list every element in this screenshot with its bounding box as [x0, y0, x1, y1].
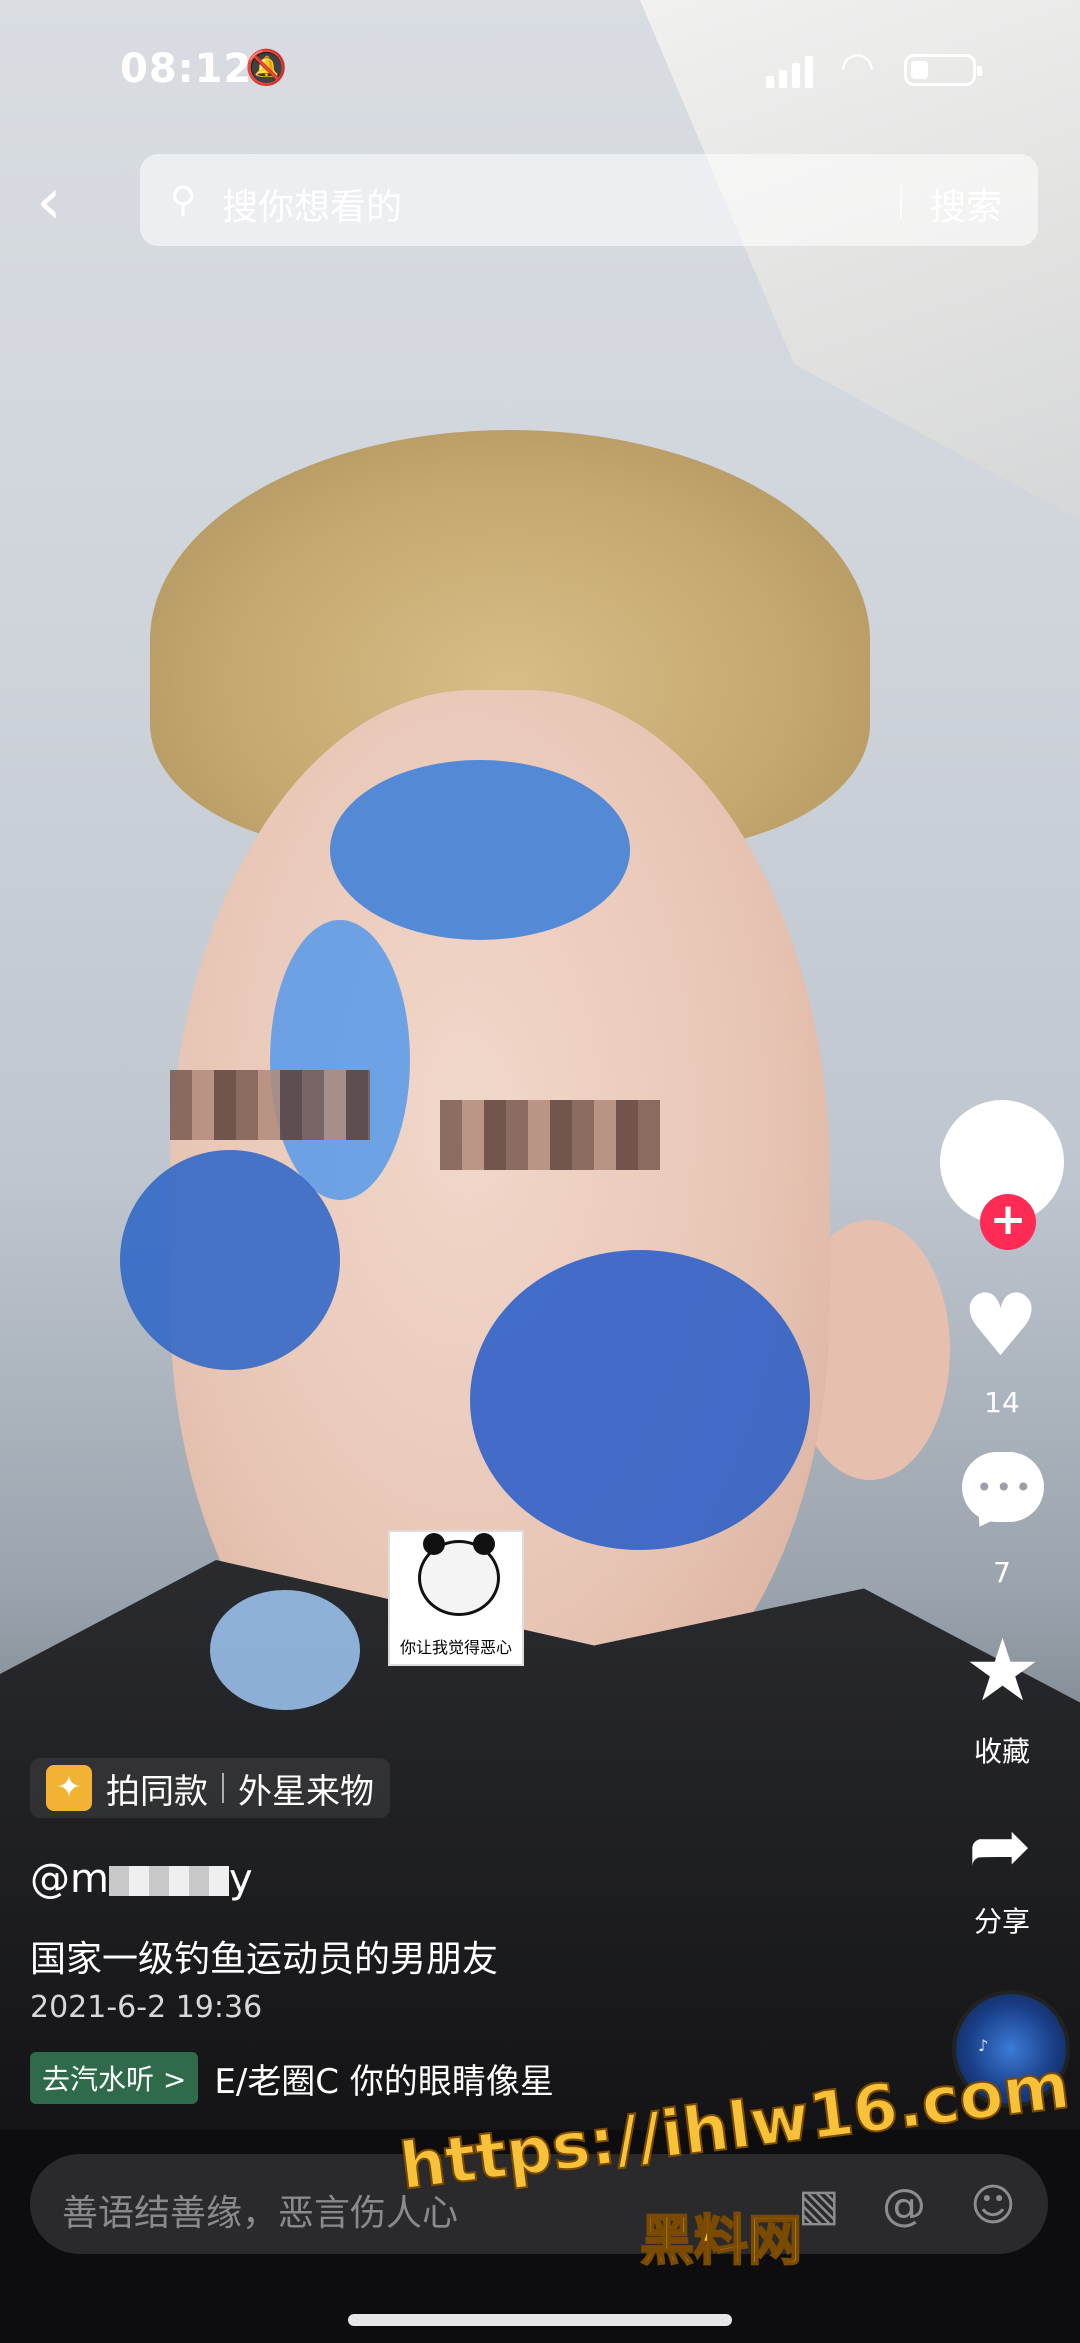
follow-button[interactable]: + — [980, 1194, 1036, 1250]
video-screen: 08:12 🔕 ◠ ‹ ⚲ 搜你想看的 搜索 + ♥ 14 ••• 7 ★ 收藏… — [0, 0, 1080, 2343]
image-icon[interactable]: ▧ — [798, 2180, 840, 2231]
wifi-icon: ◠ — [840, 44, 875, 90]
effect-divider — [222, 1773, 224, 1803]
search-placeholder[interactable]: 搜你想看的 — [222, 178, 402, 230]
share-arrow-icon[interactable]: ➦ — [968, 1808, 1032, 1884]
search-icon: ⚲ — [170, 180, 197, 221]
effect-chip[interactable]: ✦ 拍同款 外星来物 — [30, 1758, 390, 1818]
emoji-icon[interactable]: ☺ — [970, 2180, 1016, 2231]
like-count: 14 — [984, 1386, 1020, 1419]
status-bar: 08:12 🔕 ◠ — [0, 0, 1080, 140]
watermark-site: 黑料网 — [639, 2208, 803, 2273]
signal-icon — [766, 52, 813, 88]
back-button[interactable]: ‹ — [36, 166, 86, 238]
panda-meme-sticker: 你让我觉得恶心 — [388, 1530, 524, 1666]
music-row[interactable]: 去汽水听 > E/老圈C 你的眼睛像星 — [30, 2052, 554, 2104]
search-divider — [900, 184, 902, 218]
effect-name: 外星来物 — [238, 1771, 374, 1812]
author-handle-prefix: @m — [30, 1856, 109, 1902]
comment-count: 7 — [993, 1556, 1011, 1589]
music-title: E/老圈C 你的眼睛像星 — [214, 2061, 554, 2102]
face-paint — [120, 1150, 340, 1370]
blurred-eye — [440, 1100, 660, 1170]
face-paint — [470, 1250, 810, 1550]
sparkle-icon: ✦ — [46, 1765, 92, 1811]
like-heart-icon[interactable]: ♥ — [962, 1276, 1039, 1376]
favorite-label: 收藏 — [973, 1735, 1030, 1768]
effect-label: 拍同款 — [106, 1771, 208, 1812]
search-bar[interactable]: ⚲ 搜你想看的 搜索 — [140, 154, 1038, 246]
at-icon[interactable]: @ — [882, 2180, 926, 2231]
comment-dots: ••• — [976, 1471, 1035, 1504]
sticker-caption: 你让我觉得恶心 — [399, 1638, 512, 1657]
comment-bubble-icon[interactable]: ••• — [962, 1452, 1044, 1533]
status-time: 08:12 — [120, 46, 253, 92]
share-label: 分享 — [973, 1905, 1030, 1938]
favorite-star-icon[interactable]: ★ — [964, 1628, 1041, 1714]
person-shirt — [0, 1560, 1080, 2130]
face-paint — [330, 760, 630, 940]
bell-slash-icon: 🔕 — [245, 48, 288, 88]
comment-placeholder[interactable]: 善语结善缘，恶言伤人心 — [62, 2184, 458, 2236]
face-paint — [270, 920, 410, 1200]
search-button[interactable]: 搜索 — [930, 178, 1002, 230]
face-paint — [210, 1590, 360, 1710]
author-handle-suffix: y — [228, 1856, 253, 1902]
panda-face-icon — [418, 1533, 500, 1616]
redacted-handle — [108, 1866, 229, 1896]
battery-icon — [904, 54, 982, 86]
music-app-tag[interactable]: 去汽水听 > — [30, 2052, 199, 2104]
post-date: 2021-6-2 19:36 — [30, 1990, 263, 2025]
home-indicator — [348, 2314, 732, 2326]
video-caption: 国家一级钓鱼运动员的男朋友 — [30, 1939, 499, 1980]
blurred-eye — [170, 1070, 370, 1140]
author-handle[interactable]: @m y — [30, 1856, 253, 1902]
battery-level — [911, 61, 928, 79]
music-disc-art: ♪ — [978, 2036, 989, 2055]
